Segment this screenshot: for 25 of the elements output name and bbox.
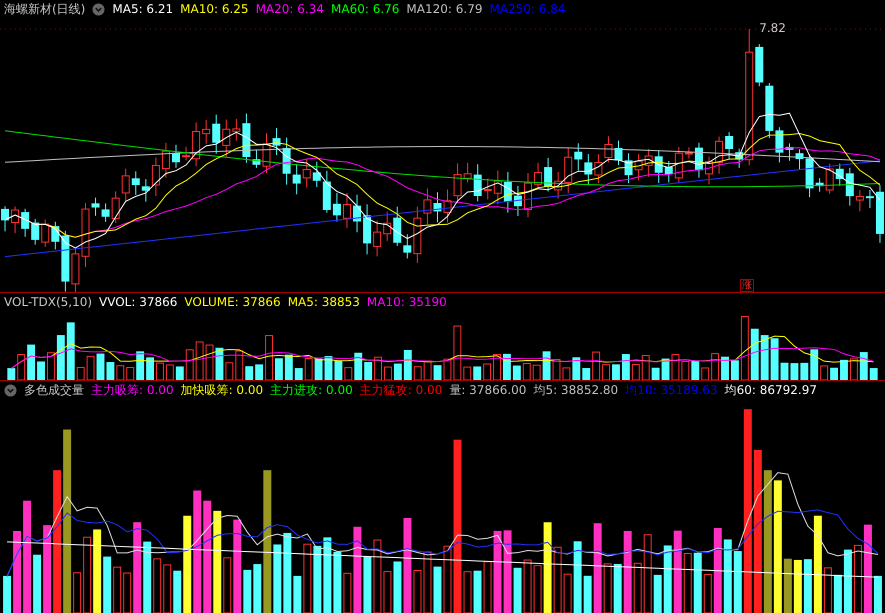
panel-title: VOL-TDX(5,10) xyxy=(4,295,92,309)
dropdown-icon[interactable] xyxy=(92,2,106,16)
indicator-value: 均10: 35189.63 xyxy=(625,382,718,398)
indicator-value: VVOL: 37866 xyxy=(99,295,178,309)
stock-title: 海螺新材(日线) xyxy=(4,0,86,18)
indicator-value: 量: 37866.00 xyxy=(449,382,526,398)
indicator-value: MA10: 35190 xyxy=(366,295,447,309)
indicator-value: MA5: 38853 xyxy=(288,295,360,309)
indicator-value: VOLUME: 37866 xyxy=(184,295,281,309)
high-price-label: 7.82 xyxy=(759,21,786,36)
indicator-value: 主力进攻: 0.00 xyxy=(270,382,353,398)
rise-marker: 涨 xyxy=(740,279,754,292)
indicator-value: 均60: 86792.97 xyxy=(724,382,817,398)
indicator-value: 主力吸筹: 0.00 xyxy=(91,382,174,398)
indicator-value: MA60: 6.76 xyxy=(331,2,400,16)
indicator-value: MA5: 6.21 xyxy=(112,2,174,16)
indicator-value: MA20: 6.34 xyxy=(256,2,324,16)
panel-title: 多色成交量 xyxy=(24,382,84,398)
indicator-value: MA250: 6.84 xyxy=(489,2,566,16)
indicator-value: 加快吸筹: 0.00 xyxy=(180,382,264,398)
indicator-value: 均5: 38852.80 xyxy=(533,382,618,398)
indicator-value: 主力猛攻: 0.00 xyxy=(360,382,442,398)
dropdown-icon[interactable] xyxy=(4,384,17,396)
indicator-value: MA10: 6.25 xyxy=(180,2,249,16)
indicator-value: MA120: 6.79 xyxy=(406,2,482,16)
